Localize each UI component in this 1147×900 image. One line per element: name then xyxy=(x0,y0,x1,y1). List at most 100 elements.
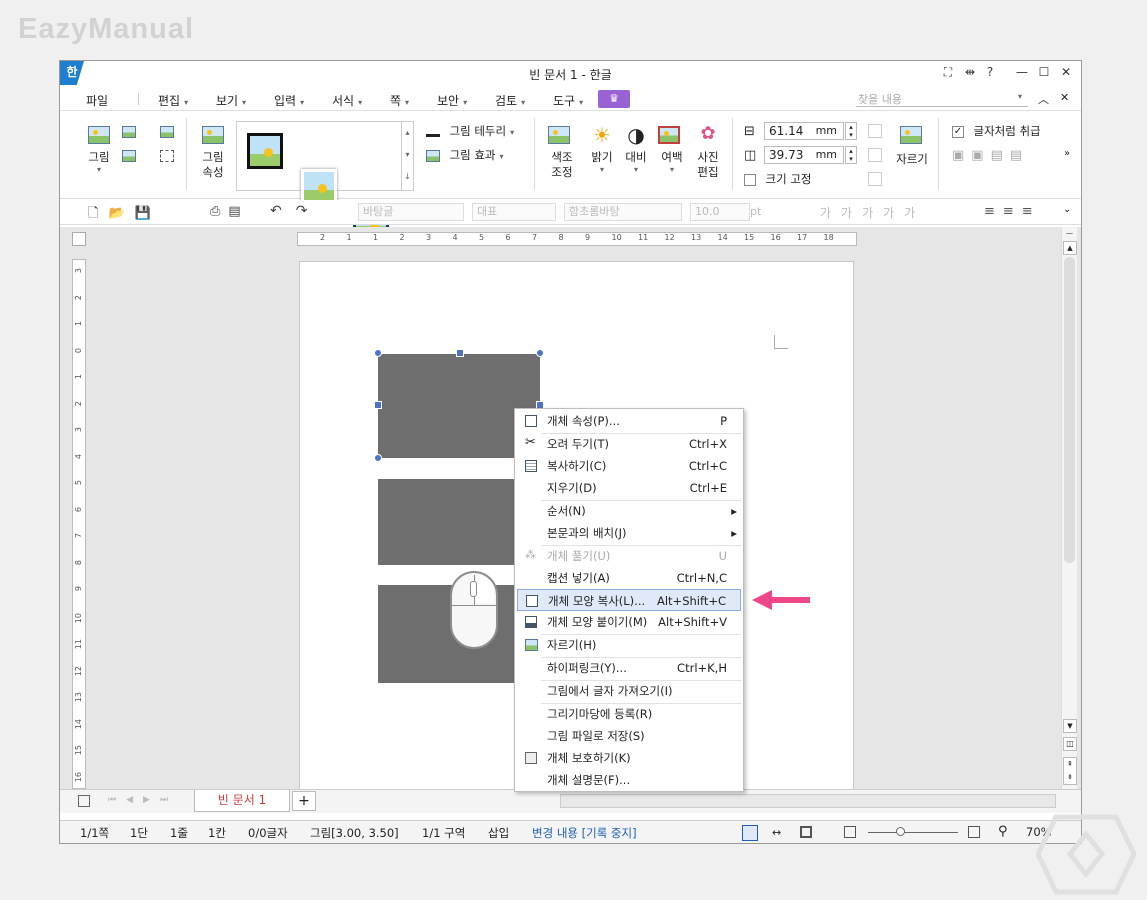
menu-view[interactable]: 보기 ▾ xyxy=(216,92,246,109)
vertical-ruler[interactable]: 3 2 1 0 1 2 3 4 5 6 7 8 9 10 11 12 13 14 15 16 xyxy=(72,259,86,789)
fix-size-checkbox[interactable]: 크기 고정 xyxy=(744,172,811,187)
photo-edit-button[interactable]: ✿ 사진 편집 xyxy=(694,124,722,180)
maximize-icon[interactable]: ☐ xyxy=(1034,65,1054,83)
crop-button[interactable]: 자르기 xyxy=(894,126,930,167)
menu-tools[interactable]: 도구 ▾ xyxy=(553,92,583,109)
toolbar-more-icon[interactable]: ⌄ xyxy=(1063,204,1071,215)
treat-as-char-checkbox[interactable]: ✓ 글자처럼 취급 xyxy=(952,124,1041,139)
menu-hyperlink[interactable]: 하이퍼링크(Y)... Ctrl+K,H xyxy=(517,657,741,679)
menu-security[interactable]: 보안 ▾ xyxy=(437,92,467,109)
height-input[interactable]: 39.73 mm xyxy=(764,146,844,164)
file-tools-icon[interactable]: 🗋📂💾 xyxy=(88,204,161,226)
width-spinner[interactable]: ▴ ▾ xyxy=(845,122,857,140)
picture-group-icon[interactable] xyxy=(122,150,136,162)
menu-insert-caption[interactable]: 캡션 넣기(A) Ctrl+N,C xyxy=(517,567,741,589)
menu-review[interactable]: 검토 ▾ xyxy=(495,92,525,109)
menu-ungroup[interactable]: ⁂ 개체 풀기(U) U xyxy=(517,545,741,567)
horizontal-ruler[interactable]: 2 1 1 2 3 4 5 6 7 8 9 10 11 12 13 14 15 16 17 18 xyxy=(297,232,857,246)
view-page-icon[interactable] xyxy=(800,826,812,838)
picture-tab-icon[interactable]: ♛ xyxy=(598,90,630,108)
tab-list-icon[interactable] xyxy=(78,795,90,807)
print-icon[interactable]: ⎙▤ xyxy=(210,204,249,219)
horizontal-scrollbar[interactable] xyxy=(560,794,1056,808)
menu-object-description[interactable]: 개체 설명문(F)... xyxy=(517,769,741,791)
width-input[interactable]: 61.14 mm xyxy=(764,122,844,140)
menu-copy-object-format[interactable]: 개체 모양 복사(L)... Alt+Shift+C xyxy=(517,589,741,611)
menu-register-gallery[interactable]: 그리기마당에 등록(R) xyxy=(517,703,741,725)
menu-protect-object[interactable]: 개체 보호하기(K) xyxy=(517,747,741,769)
scroll-thumb[interactable] xyxy=(1064,257,1075,563)
doc-close-icon[interactable]: ✕ xyxy=(1060,91,1069,104)
menu-file[interactable]: 파일 xyxy=(86,92,108,109)
menu-delete[interactable]: 지우기(D) Ctrl+E xyxy=(517,477,741,499)
tab-nav-icons[interactable]: ⏮◀▶⏭ xyxy=(108,795,178,805)
picture-rotate-icon[interactable] xyxy=(160,126,174,138)
view-normal-icon[interactable] xyxy=(742,825,758,841)
handle-left[interactable] xyxy=(374,401,382,409)
picture-border-button[interactable]: 그림 테두리 ▾ xyxy=(426,124,514,139)
lang-combo[interactable]: 대표 xyxy=(472,203,556,221)
add-tab-button[interactable]: + xyxy=(292,791,316,811)
close-icon[interactable]: ✕ xyxy=(1056,65,1076,83)
handle-bottom-left[interactable] xyxy=(374,454,382,462)
menu-insert[interactable]: 입력 ▾ xyxy=(274,92,304,109)
menu-format[interactable]: 서식 ▾ xyxy=(332,92,362,109)
style-thumb-1[interactable] xyxy=(247,133,283,169)
menu-object-properties[interactable]: 개체 속성(P)... P xyxy=(517,410,741,432)
help-icon[interactable]: ? xyxy=(980,65,1000,83)
menu-ocr-text[interactable]: 그림에서 글자 가져오기(I) xyxy=(517,680,741,702)
magnifier-icon[interactable]: ⚲ xyxy=(998,824,1008,839)
size-combo[interactable]: 10.0 xyxy=(690,203,750,221)
status-track-changes[interactable]: 변경 내용 [기록 중지] xyxy=(532,825,637,841)
picture-insert-button[interactable]: 그림 ▾ xyxy=(88,126,110,174)
zoom-slider[interactable] xyxy=(868,832,958,833)
size-option-icon-2[interactable] xyxy=(868,148,882,162)
minimize-icon[interactable]: — xyxy=(1012,65,1032,83)
height-spinner[interactable]: ▴ ▾ xyxy=(845,146,857,164)
scroll-top-line[interactable]: — xyxy=(1064,229,1075,239)
menu-copy[interactable]: 복사하기(C) Ctrl+C xyxy=(517,455,741,477)
gallery-scroll[interactable]: ▴ ▾ ↓ xyxy=(402,121,414,191)
size-option-icon-3[interactable] xyxy=(868,172,882,186)
align-icons[interactable]: ≡≡≡ xyxy=(984,204,1041,219)
zoom-in-icon[interactable] xyxy=(968,826,980,838)
contrast-button[interactable]: ◑ 대비 ▾ xyxy=(622,124,650,174)
ribbon-more-icon[interactable]: » xyxy=(1064,148,1070,159)
picture-properties-button[interactable]: 그림 속성 xyxy=(198,126,228,180)
prev-next-page-icon[interactable]: ⇞ ⇟ xyxy=(1063,757,1077,785)
picture-change-icon[interactable] xyxy=(122,126,136,138)
handle-top[interactable] xyxy=(456,349,464,357)
split-view-icon[interactable]: ⇹ xyxy=(960,65,980,83)
tab-document-1[interactable]: 빈 문서 1 xyxy=(194,790,290,812)
find-input[interactable]: 찾을 내용 xyxy=(856,91,1028,107)
menu-page[interactable]: 쪽 ▾ xyxy=(390,92,409,109)
ruler-corner-icon[interactable] xyxy=(72,232,86,246)
menu-order[interactable]: 순서(N) ▸ xyxy=(517,500,741,522)
menu-crop[interactable]: 자르기(H) xyxy=(517,634,741,656)
handle-top-right[interactable] xyxy=(536,349,544,357)
handle-top-left[interactable] xyxy=(374,349,382,357)
menu-edit[interactable]: 편집 ▾ xyxy=(158,92,188,109)
ribbon-collapse-icon[interactable]: ︿ xyxy=(1038,91,1049,107)
scroll-up-icon[interactable]: ▲ xyxy=(1063,241,1077,255)
style-combo[interactable]: 바탕글 xyxy=(358,203,464,221)
view-width-icon[interactable]: ↔ xyxy=(772,826,781,839)
picture-select-icon[interactable] xyxy=(160,150,174,162)
wrap-options-icon[interactable]: ▣▣▤▤ xyxy=(952,148,1029,163)
menu-cut[interactable]: ✂ 오려 두기(T) Ctrl+X xyxy=(517,433,741,455)
menu-text-wrap[interactable]: 본문과의 배치(J) ▸ xyxy=(517,522,741,544)
scroll-down-icon[interactable]: ▼ xyxy=(1063,719,1077,733)
color-adjust-button[interactable]: 색조 조정 xyxy=(548,126,576,180)
menu-paste-object-format[interactable]: 개체 모양 붙이기(M) Alt+Shift+V xyxy=(517,611,741,633)
undo-redo-icon[interactable]: ↶↷ xyxy=(270,203,321,219)
picture-effect-button[interactable]: 그림 효과 ▾ xyxy=(426,148,504,163)
size-option-icon-1[interactable] xyxy=(868,124,882,138)
zoom-slider-thumb[interactable] xyxy=(896,827,905,836)
scroll-page-icon[interactable]: ◫ xyxy=(1063,737,1077,751)
menu-save-picture[interactable]: 그림 파일로 저장(S) xyxy=(517,725,741,747)
char-style-icons[interactable]: 가가가가가 xyxy=(820,204,925,221)
zoom-out-icon[interactable] xyxy=(844,826,856,838)
brightness-button[interactable]: ☀ 밝기 ▾ xyxy=(588,124,616,174)
font-combo[interactable]: 함초롬바탕 xyxy=(564,203,682,221)
fullscreen-icon[interactable]: ⛶ xyxy=(938,65,958,83)
